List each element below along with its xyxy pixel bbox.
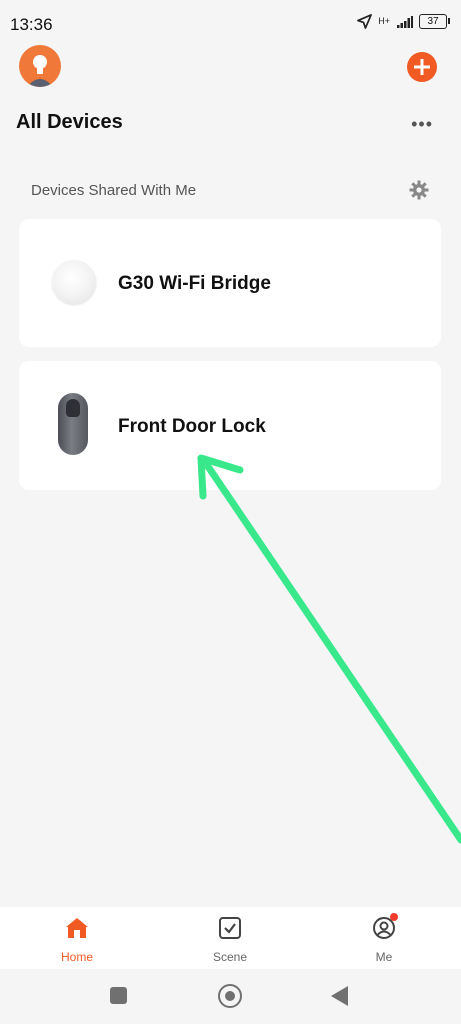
notification-dot: [390, 913, 398, 921]
annotation-arrow: [197, 454, 461, 844]
signal-icon: [397, 15, 413, 28]
home-icon: [66, 918, 88, 938]
system-nav-bar: [0, 969, 461, 1024]
tab-scene[interactable]: Scene: [180, 907, 280, 969]
door-lock-image: [58, 393, 88, 455]
status-icons: H+ 37: [357, 14, 450, 29]
user-avatar-icon: [27, 55, 53, 87]
network-type: H+: [378, 16, 390, 26]
add-device-button[interactable]: [407, 52, 437, 82]
avatar[interactable]: [19, 45, 61, 87]
back-icon[interactable]: [331, 986, 348, 1006]
tab-bar: Home Scene Me: [0, 907, 461, 969]
tab-home[interactable]: Home: [27, 907, 127, 969]
status-time: 13:36: [10, 15, 53, 34]
tab-label: Scene: [212, 950, 248, 964]
device-card-door-lock[interactable]: Front Door Lock: [19, 361, 441, 490]
tab-me[interactable]: Me: [334, 907, 434, 969]
tab-label: Home: [60, 950, 93, 964]
more-options-button[interactable]: •••: [411, 114, 433, 135]
plus-icon: [414, 59, 430, 75]
scene-icon: [219, 917, 241, 939]
location-arrow-icon: [357, 14, 373, 29]
section-title: Devices Shared With Me: [31, 182, 197, 199]
nav-home-icon[interactable]: [218, 984, 242, 1008]
wifi-bridge-image: [52, 260, 96, 304]
battery-icon: 37: [419, 14, 450, 29]
recent-apps-icon[interactable]: [110, 987, 127, 1004]
status-bar: 13:36 H+ 37: [0, 0, 461, 48]
page-title: All Devices: [16, 111, 123, 133]
device-name: G30 Wi-Fi Bridge: [118, 273, 271, 294]
device-card-wifi-bridge[interactable]: G30 Wi-Fi Bridge: [19, 219, 441, 347]
lock-knob: [66, 399, 80, 417]
device-name: Front Door Lock: [118, 416, 266, 437]
tab-label: Me: [375, 950, 393, 964]
gear-icon[interactable]: [409, 180, 429, 200]
